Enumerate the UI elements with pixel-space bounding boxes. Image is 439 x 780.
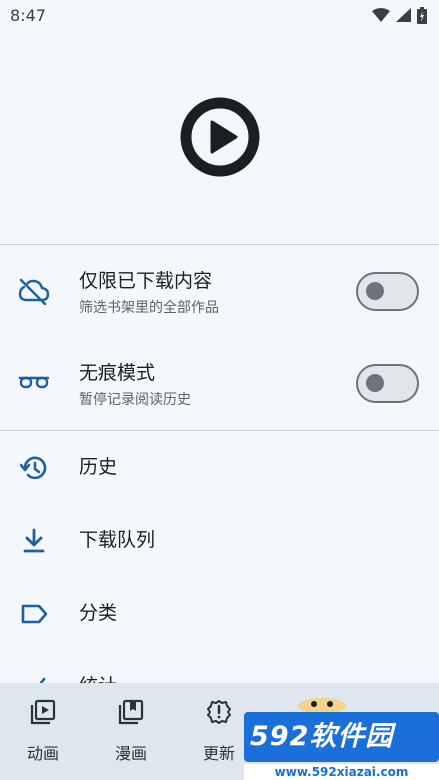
alert-circle-icon xyxy=(206,699,232,725)
download-icon xyxy=(18,525,50,557)
battery-icon xyxy=(417,6,427,24)
divider-middle xyxy=(0,430,439,431)
menu-item-download-queue[interactable]: 下载队列 xyxy=(0,505,439,577)
watermark-url: www.592xiazai.com xyxy=(244,764,439,780)
menu-item-categories[interactable]: 分类 xyxy=(0,578,439,650)
downloaded-only-row[interactable]: 仅限已下载内容 筛选书架里的全部作品 xyxy=(0,245,439,337)
mascot-icon xyxy=(298,698,346,714)
play-logo-icon xyxy=(180,97,259,177)
incognito-title: 无痕模式 xyxy=(79,362,156,384)
menu-item-history[interactable]: 历史 xyxy=(0,432,439,504)
nav-label-anime: 动画 xyxy=(26,744,59,763)
glasses-icon xyxy=(18,367,50,399)
menu-label-download-queue: 下载队列 xyxy=(79,529,156,551)
incognito-row[interactable]: 无痕模式 暂停记录阅读历史 xyxy=(0,337,439,429)
play-box-icon xyxy=(30,699,56,725)
downloaded-only-subtitle: 筛选书架里的全部作品 xyxy=(79,300,219,316)
incognito-switch[interactable] xyxy=(356,364,419,403)
menu-label-categories: 分类 xyxy=(79,602,118,624)
status-time: 8:47 xyxy=(10,5,46,25)
switch-thumb xyxy=(366,282,384,300)
nav-label-manga: 漫画 xyxy=(114,744,147,763)
label-icon xyxy=(18,598,50,630)
nav-item-manga[interactable]: 漫画 xyxy=(96,683,166,780)
bookmark-book-icon xyxy=(118,699,144,725)
cloud-off-icon xyxy=(18,275,50,307)
switch-thumb xyxy=(366,374,384,392)
downloaded-only-switch[interactable] xyxy=(356,272,419,311)
watermark-brand: 592软件园 xyxy=(250,721,394,752)
status-icons xyxy=(372,6,427,24)
app-logo-area xyxy=(0,30,439,244)
nav-item-anime[interactable]: 动画 xyxy=(8,683,78,780)
wifi-icon xyxy=(372,8,390,22)
history-icon xyxy=(18,452,50,484)
status-bar: 8:47 xyxy=(0,0,439,30)
site-watermark: 592软件园 www.592xiazai.com xyxy=(244,692,439,780)
menu-label-history: 历史 xyxy=(79,456,118,478)
incognito-subtitle: 暂停记录阅读历史 xyxy=(79,392,191,408)
downloaded-only-title: 仅限已下载内容 xyxy=(79,270,213,292)
signal-icon xyxy=(396,8,411,22)
